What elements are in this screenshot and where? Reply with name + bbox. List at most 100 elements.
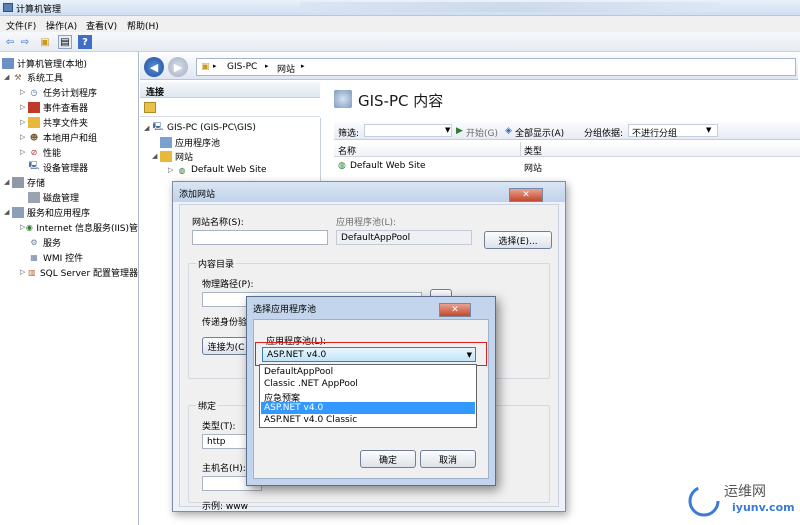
server-folder-icon: ▣: [201, 62, 210, 72]
select-app-pool-button[interactable]: 选择(E)...: [484, 231, 552, 249]
wmi-icon: ▦: [30, 252, 38, 262]
connect-icon[interactable]: [144, 102, 156, 113]
sites-grid-header: 名称 类型: [334, 142, 800, 157]
watermark-logo: 运维网 iyunv.com: [684, 477, 795, 521]
column-divider: [520, 142, 521, 156]
tree-shared-folders[interactable]: ▷ 共享文件夹: [20, 115, 88, 129]
conn-tree-default-site[interactable]: ▷ ◍ Default Web Site: [168, 163, 267, 177]
expand-triangle-icon[interactable]: ▷: [20, 268, 27, 276]
nav-back-icon[interactable]: ◀: [144, 57, 164, 77]
tree-label: WMI 控件: [43, 253, 84, 264]
performance-icon: ⊘: [30, 147, 38, 157]
menu-help[interactable]: 帮助(H): [127, 19, 159, 32]
tree-iis[interactable]: ▷ ◉ Internet 信息服务(IIS)管: [20, 220, 138, 234]
help-icon[interactable]: ?: [78, 35, 92, 49]
connections-header: 连接: [140, 82, 320, 98]
conn-tree-server[interactable]: ◢ 🖳 GIS-PC (GIS-PC\GIS): [144, 121, 256, 135]
watermark-sub-text: iyunv.com: [732, 501, 795, 514]
server-icon: 🖳: [152, 122, 164, 131]
tree-services[interactable]: ⚙ 服务: [28, 235, 61, 249]
computer-management-icon: [3, 3, 13, 12]
computer-icon: [2, 57, 14, 69]
tree-system-tools[interactable]: ◢ ⚒ 系统工具: [4, 70, 63, 84]
main-toolbar: ⇦ ⇨ ▣ ▤ ?: [0, 32, 800, 52]
sites-folder-icon: [160, 150, 172, 162]
start-button[interactable]: 开始(G): [466, 126, 498, 139]
collapse-triangle-icon[interactable]: ◢: [4, 178, 12, 186]
tree-label: 网站: [175, 152, 194, 163]
app-pool-value: DefaultAppPool: [336, 230, 472, 245]
collapse-triangle-icon[interactable]: ◢: [152, 152, 160, 160]
list-item[interactable]: DefaultAppPool: [261, 366, 475, 378]
services-apps-icon: [12, 206, 24, 218]
conn-tree-sites[interactable]: ◢ 网站: [152, 149, 193, 163]
tree-label: 系统工具: [27, 73, 64, 84]
tree-label: 存储: [27, 178, 46, 189]
app-pool-dropdown-list: DefaultAppPool Classic .NET AppPool 应急预案…: [259, 364, 477, 428]
back-arrow-icon[interactable]: ⇦: [3, 35, 17, 49]
tree-wmi[interactable]: ▦ WMI 控件: [28, 250, 83, 264]
nav-forward-icon[interactable]: ▶: [168, 57, 188, 77]
tree-label: SQL Server 配置管理器: [39, 268, 138, 279]
site-name-input[interactable]: [192, 230, 328, 245]
collapse-triangle-icon[interactable]: ◢: [144, 124, 152, 132]
tree-services-apps[interactable]: ◢ 服务和应用程序: [4, 205, 90, 219]
tree-label: Default Web Site: [191, 165, 267, 175]
globe-icon: ◍: [178, 165, 186, 175]
tree-disk-management[interactable]: 磁盘管理: [28, 190, 79, 204]
forward-arrow-icon[interactable]: ⇨: [18, 35, 32, 49]
conn-tree-apppools[interactable]: 应用程序池: [160, 135, 220, 149]
expand-triangle-icon[interactable]: ▷: [20, 148, 28, 156]
tree-root[interactable]: 计算机管理(本地): [2, 56, 87, 70]
tree-label: Internet 信息服务(IIS)管: [36, 223, 138, 234]
tree-device-manager[interactable]: 🖳 设备管理器: [28, 160, 88, 174]
menu-file[interactable]: 文件(F): [6, 19, 36, 32]
cancel-button[interactable]: 取消: [420, 450, 476, 468]
tree-event-viewer[interactable]: ▷ 事件查看器: [20, 100, 88, 114]
tree-local-users[interactable]: ▷ ☻ 本地用户和组: [20, 130, 97, 144]
filter-label: 筛选:: [338, 129, 360, 139]
breadcrumb-server[interactable]: GIS-PC: [227, 62, 257, 72]
tree-sql-config[interactable]: ▷ ▥ SQL Server 配置管理器: [20, 265, 138, 279]
connect-as-button[interactable]: 连接为(C: [202, 337, 250, 355]
close-icon[interactable]: ✕: [509, 188, 543, 202]
col-type-header[interactable]: 类型: [524, 144, 542, 157]
address-bar[interactable]: ▣ ▸ GIS-PC ▸ 网站 ▸: [196, 58, 796, 76]
collapse-triangle-icon[interactable]: ◢: [4, 73, 12, 81]
iis-icon: ◉: [25, 222, 33, 232]
breadcrumb-separator-icon: ▸: [301, 62, 305, 70]
group-by-value: 不进行分组: [632, 129, 678, 139]
row-type: 网站: [524, 164, 543, 174]
expand-triangle-icon[interactable]: ▷: [20, 133, 28, 141]
table-row[interactable]: ◍ Default Web Site 网站: [334, 159, 800, 174]
close-icon[interactable]: ✕: [439, 303, 471, 317]
col-name-header[interactable]: 名称: [338, 144, 356, 157]
show-all-button[interactable]: 全部显示(A): [515, 126, 564, 139]
app-pool-icon: [160, 136, 172, 148]
list-item[interactable]: 应急预案: [261, 390, 475, 404]
expand-triangle-icon[interactable]: ▷: [20, 103, 28, 111]
tree-performance[interactable]: ▷ ⊘ 性能: [20, 145, 61, 159]
expand-triangle-icon[interactable]: ▷: [168, 166, 176, 174]
breadcrumb-sites[interactable]: 网站: [277, 62, 295, 75]
chevron-down-icon[interactable]: ▼: [706, 126, 711, 134]
menu-view[interactable]: 查看(V): [86, 19, 117, 32]
ok-button[interactable]: 确定: [360, 450, 416, 468]
tree-storage[interactable]: ◢ 存储: [4, 175, 45, 189]
folder-up-icon[interactable]: ▣: [38, 35, 52, 49]
users-icon: ☻: [29, 132, 39, 142]
tree-task-scheduler[interactable]: ▷ ◷ 任务计划程序: [20, 85, 97, 99]
list-item-selected[interactable]: ASP.NET v4.0: [261, 402, 475, 414]
show-hide-tree-icon[interactable]: ▤: [58, 35, 72, 49]
list-item[interactable]: ASP.NET v4.0 Classic: [261, 414, 475, 426]
blurred-title-area: [300, 2, 720, 12]
filter-input[interactable]: [364, 124, 452, 137]
gear-icon: ⚙: [30, 237, 38, 247]
expand-triangle-icon[interactable]: ▷: [20, 88, 28, 96]
filter-dropdown-icon[interactable]: ▼: [445, 126, 450, 134]
collapse-triangle-icon[interactable]: ◢: [4, 208, 12, 216]
menu-action[interactable]: 操作(A): [46, 19, 77, 32]
highlight-annotation-box: [255, 342, 487, 366]
expand-triangle-icon[interactable]: ▷: [20, 118, 28, 126]
list-item[interactable]: Classic .NET AppPool: [261, 378, 475, 390]
